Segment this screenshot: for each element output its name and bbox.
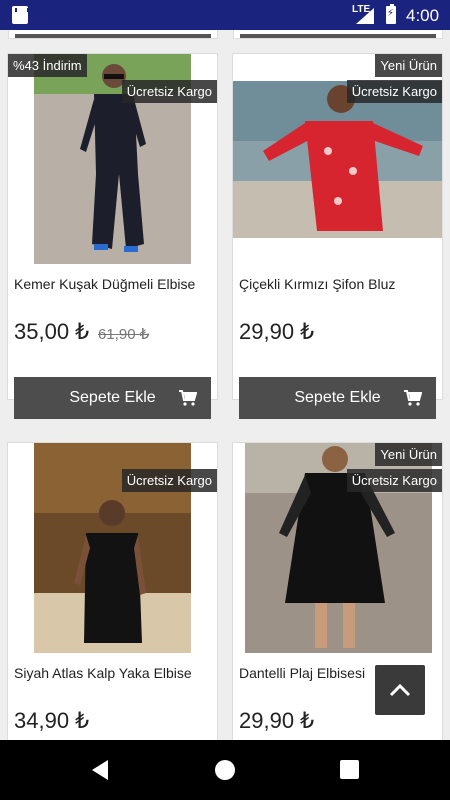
product-card[interactable]: Yeni Ürün Ücretsiz Kargo Çiçekli Kırmızı…: [232, 53, 443, 419]
add-to-cart-button[interactable]: Sepete Ekle: [239, 377, 436, 419]
free-shipping-badge: Ücretsiz Kargo: [346, 469, 442, 492]
product-name[interactable]: Çiçekli Kırmızı Şifon Bluz: [239, 276, 395, 292]
product-card[interactable]: Ücretsiz Kargo Siyah Atlas Kalp Yaka Elb…: [7, 442, 218, 789]
chevron-up-icon: [389, 683, 411, 697]
product-price: 29,90 ₺: [239, 319, 315, 344]
product-card[interactable]: %43 İndirim Ücretsiz Kargo Kemer Kuşak D…: [7, 53, 218, 419]
product-name[interactable]: Kemer Kuşak Düğmeli Elbise: [14, 276, 195, 292]
product-card[interactable]: Yeni Ürün Ücretsiz Kargo Dantelli Plaj E…: [232, 442, 443, 789]
free-shipping-badge: Ücretsiz Kargo: [346, 80, 442, 103]
signal-icon: [356, 8, 374, 24]
discount-badge: %43 İndirim: [8, 54, 87, 77]
product-price: 35,00 ₺: [14, 319, 90, 344]
new-product-badge: Yeni Ürün: [375, 443, 442, 466]
product-name[interactable]: Siyah Atlas Kalp Yaka Elbise: [14, 665, 192, 681]
status-time: 4:00: [406, 6, 440, 25]
add-to-cart-label: Sepete Ekle: [294, 389, 381, 406]
free-shipping-badge: Ücretsiz Kargo: [121, 469, 217, 492]
product-old-price: 61,90 ₺: [98, 326, 150, 343]
scroll-to-top-button[interactable]: [375, 665, 425, 715]
product-name[interactable]: Dantelli Plaj Elbisesi: [239, 665, 365, 681]
home-icon[interactable]: [215, 760, 235, 780]
previous-card-bottom: [233, 30, 443, 39]
recent-apps-icon[interactable]: [340, 760, 359, 779]
add-to-cart-label: Sepete Ekle: [69, 389, 156, 406]
status-bar: LTE 4:00: [0, 0, 450, 30]
product-price: 34,90 ₺: [14, 708, 90, 733]
shopping-cart-icon: [179, 390, 197, 406]
product-price: 29,90 ₺: [239, 708, 315, 733]
free-shipping-badge: Ücretsiz Kargo: [121, 80, 217, 103]
system-nav-bar: [0, 740, 450, 800]
new-product-badge: Yeni Ürün: [375, 54, 442, 77]
battery-charging-icon: [386, 4, 396, 24]
shopping-cart-icon: [404, 390, 422, 406]
add-to-cart-button[interactable]: Sepete Ekle: [14, 377, 211, 419]
previous-card-bottom: [8, 30, 218, 39]
back-icon[interactable]: [92, 760, 108, 780]
sd-card-icon: [12, 6, 29, 24]
product-photo: [233, 81, 442, 238]
